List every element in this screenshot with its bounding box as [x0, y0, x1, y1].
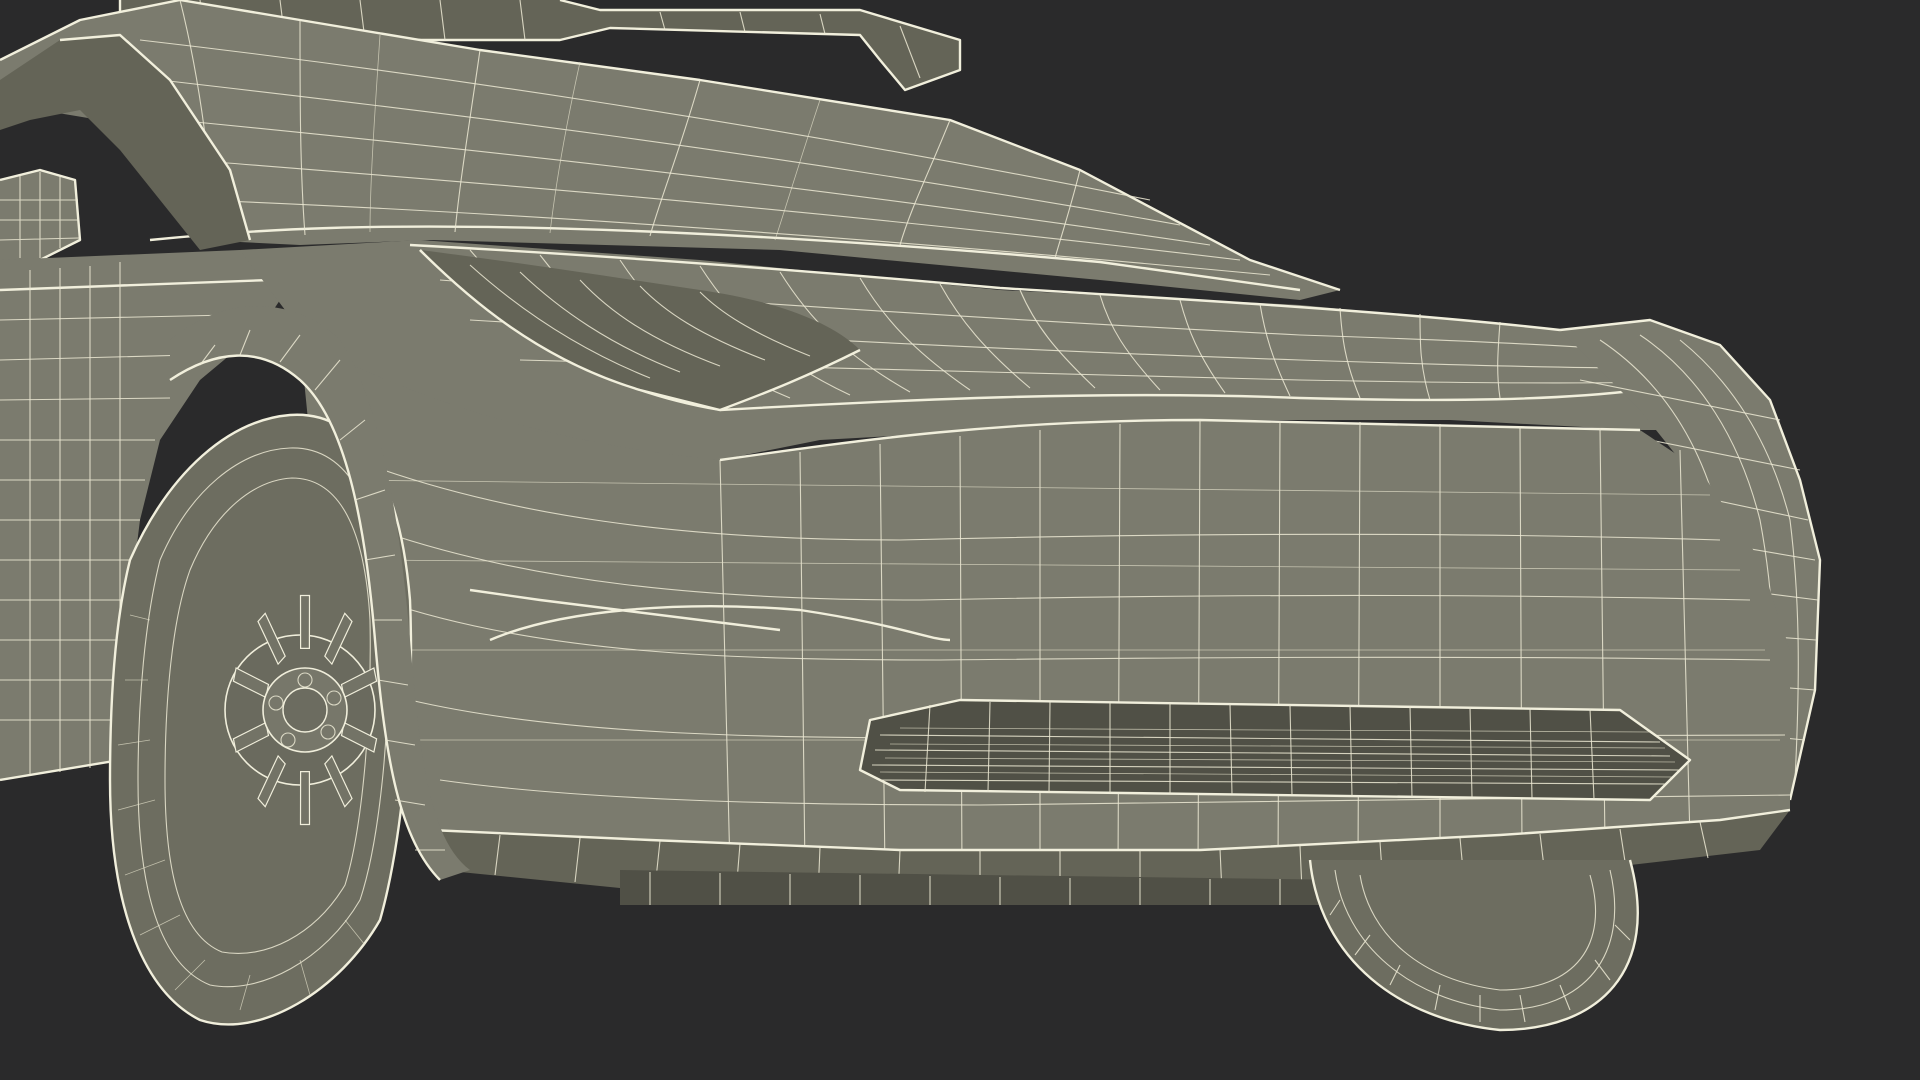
wheel-spoke	[299, 771, 311, 826]
car-wireframe-render	[0, 0, 1822, 1032]
lower-grille	[858, 698, 1692, 802]
right-front-wheel	[1308, 859, 1639, 1032]
wheel-spoke	[299, 594, 311, 649]
render-viewport	[0, 0, 1920, 1080]
